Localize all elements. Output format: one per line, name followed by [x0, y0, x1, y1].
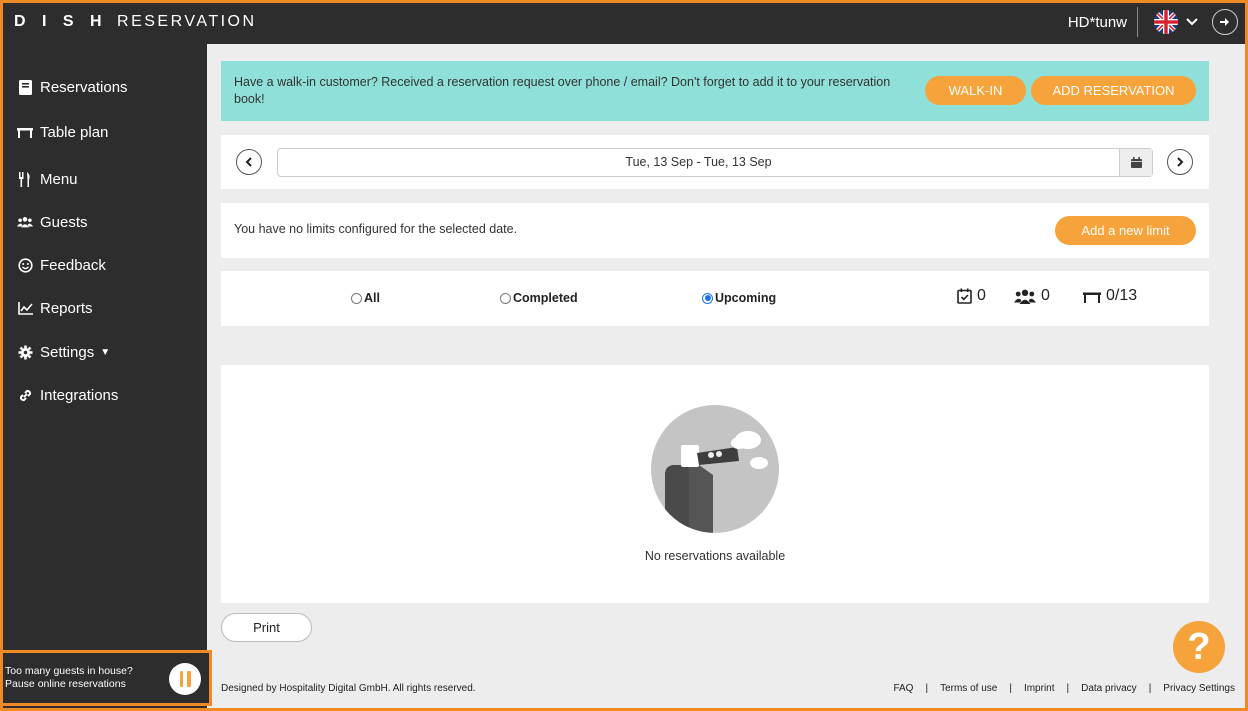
footer-links: FAQ | Terms of use | Imprint | Data priv…	[893, 683, 1235, 694]
calendar-icon[interactable]	[1119, 149, 1152, 176]
filter-completed-label: Completed	[513, 291, 578, 305]
top-bar: D I S H RESERVATION HD*tunw	[0, 0, 1248, 44]
limits-card: You have no limits configured for the se…	[221, 203, 1209, 258]
tables-count-value: 0/13	[1106, 287, 1138, 304]
add-reservation-button[interactable]: ADD RESERVATION	[1031, 76, 1196, 105]
sidebar-item-table-plan[interactable]: Table plan	[0, 112, 207, 152]
logo-dish: D I S H	[14, 13, 108, 30]
print-button[interactable]: Print	[221, 613, 312, 642]
app-logo[interactable]: D I S H RESERVATION	[14, 13, 257, 31]
filter-all[interactable]: All	[351, 291, 380, 305]
sidebar-item-settings[interactable]: Settings ▼	[0, 332, 207, 372]
footer-separator: |	[925, 683, 929, 694]
pause-text: Too many guests in house? Pause online r…	[5, 665, 165, 691]
cutlery-icon	[17, 171, 33, 187]
guests-count-value: 0	[1041, 287, 1050, 304]
date-range-text: Tue, 13 Sep - Tue, 13 Sep	[625, 155, 772, 169]
reservations-list: No reservations available	[221, 365, 1209, 603]
filter-upcoming[interactable]: Upcoming	[702, 291, 776, 305]
radio-all[interactable]	[351, 292, 362, 304]
header-divider	[1137, 7, 1138, 37]
footer-link-terms[interactable]: Terms of use	[940, 683, 997, 694]
uk-flag-icon[interactable]	[1154, 10, 1178, 34]
chart-icon	[17, 300, 33, 316]
next-date-button[interactable]	[1167, 149, 1193, 175]
filter-upcoming-label: Upcoming	[715, 291, 777, 305]
footer-link-privacy-settings[interactable]: Privacy Settings	[1163, 683, 1235, 694]
sidebar-item-label: Reservations	[40, 78, 128, 96]
pause-icon	[179, 671, 183, 687]
book-icon	[17, 79, 33, 95]
table-icon	[1083, 292, 1101, 303]
sidebar-item-label: Table plan	[40, 123, 109, 141]
chevron-left-icon	[245, 157, 252, 167]
date-range-field[interactable]: Tue, 13 Sep - Tue, 13 Sep	[277, 148, 1153, 177]
users-icon	[1014, 289, 1036, 304]
sidebar-item-guests[interactable]: Guests	[0, 202, 207, 242]
logo-reservation: RESERVATION	[117, 13, 257, 30]
walk-in-banner: Have a walk-in customer? Received a rese…	[221, 61, 1209, 121]
date-navigation: Tue, 13 Sep - Tue, 13 Sep	[221, 135, 1209, 189]
empty-state-message: No reservations available	[644, 549, 786, 563]
sidebar-item-menu[interactable]: Menu	[0, 159, 207, 199]
users-icon	[17, 214, 33, 230]
footer-separator: |	[1148, 683, 1152, 694]
footer-link-imprint[interactable]: Imprint	[1024, 683, 1055, 694]
link-icon	[17, 387, 33, 403]
sidebar-item-label: Reports	[40, 299, 93, 317]
chevron-down-icon[interactable]	[1186, 18, 1198, 26]
sidebar-item-label: Menu	[40, 170, 78, 188]
smile-icon	[17, 257, 33, 273]
reservations-count-value: 0	[977, 287, 986, 304]
footer-separator: |	[1009, 683, 1012, 694]
filter-all-label: All	[364, 291, 380, 305]
walk-in-button[interactable]: WALK-IN	[925, 76, 1026, 105]
user-name[interactable]: HD*tunw	[1068, 14, 1127, 31]
sidebar-item-feedback[interactable]: Feedback	[0, 245, 207, 285]
guests-count: 0	[1014, 287, 1050, 305]
gear-icon	[17, 344, 33, 360]
footer-link-faq[interactable]: FAQ	[893, 683, 913, 694]
previous-date-button[interactable]	[236, 149, 262, 175]
pause-online-reservations: Too many guests in house? Pause online r…	[0, 650, 212, 706]
binoculars-person-illustration	[651, 405, 779, 533]
chevron-right-icon	[1177, 157, 1184, 167]
sidebar-item-label: Integrations	[40, 386, 119, 404]
add-limit-button[interactable]: Add a new limit	[1055, 216, 1196, 245]
radio-upcoming[interactable]	[702, 292, 713, 304]
table-icon	[17, 124, 33, 140]
sidebar: Reservations Table plan Menu Guests Feed…	[0, 44, 207, 711]
sidebar-item-integrations[interactable]: Integrations	[0, 375, 207, 415]
calendar-check-icon	[957, 288, 972, 304]
filter-bar: All Completed Upcoming 0 0 0/13	[221, 271, 1209, 326]
pause-button[interactable]	[169, 663, 201, 695]
help-button[interactable]: ?	[1173, 621, 1225, 673]
footer-copyright: Designed by Hospitality Digital GmbH. Al…	[221, 683, 476, 694]
reservations-count: 0	[957, 287, 986, 305]
sidebar-item-reports[interactable]: Reports	[0, 288, 207, 328]
caret-down-icon: ▼	[100, 346, 111, 358]
sidebar-item-label: Feedback	[40, 256, 106, 274]
pause-line-2: Pause online reservations	[5, 678, 126, 690]
pause-line-1: Too many guests in house?	[5, 665, 133, 677]
sidebar-item-label: Settings	[40, 343, 95, 361]
limits-message: You have no limits configured for the se…	[234, 222, 518, 236]
radio-completed[interactable]	[500, 292, 511, 304]
footer-separator: |	[1066, 683, 1070, 694]
banner-text: Have a walk-in customer? Received a rese…	[234, 75, 891, 106]
filter-completed[interactable]: Completed	[500, 291, 578, 305]
tables-count: 0/13	[1083, 287, 1137, 305]
sidebar-item-reservations[interactable]: Reservations	[0, 67, 207, 107]
sidebar-item-label: Guests	[40, 213, 88, 231]
logout-icon[interactable]	[1212, 9, 1238, 35]
footer-link-data-privacy[interactable]: Data privacy	[1081, 683, 1137, 694]
